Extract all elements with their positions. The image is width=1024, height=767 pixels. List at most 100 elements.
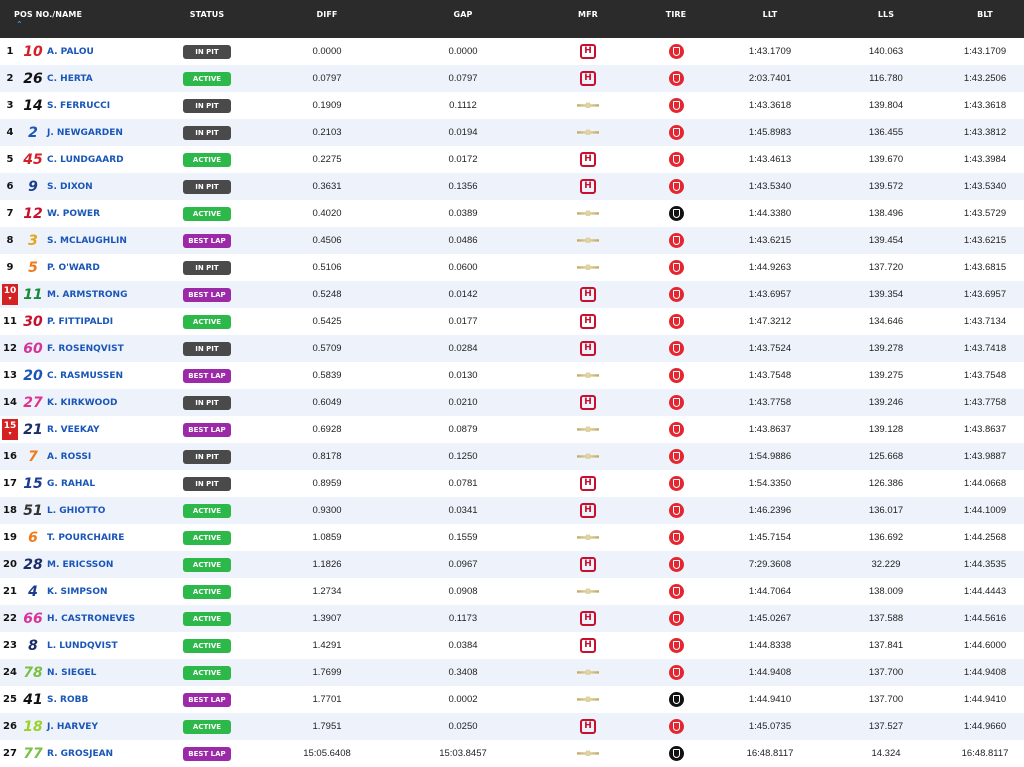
driver-name-link[interactable]: A. ROSSI [47, 452, 91, 462]
table-row[interactable]: 13 20 C. RASMUSSEN BEST LAP 0.5839 0.0130 1:43… [0, 362, 1024, 389]
cell-tire [638, 524, 714, 551]
cell-lls: 137.588 [826, 605, 946, 632]
column-header-gap[interactable]: GAP [388, 0, 538, 38]
table-row[interactable]: 11 30 P. FITTIPALDI ACTIVE 0.5425 0.0177 1:47.… [0, 308, 1024, 335]
driver-name-link[interactable]: S. FERRUCCI [47, 101, 110, 111]
cell-diff: 0.4020 [312, 208, 342, 219]
cell-llt: 2:03.7401 [714, 65, 826, 92]
table-row[interactable]: 10▾ 11 M. ARMSTRONG BEST LAP 0.52480.0142 1:4… [0, 281, 1024, 308]
table-row[interactable]: 1 10 A. PALOU IN PIT 0.0000 0.0000 1:43.1709 14… [0, 38, 1024, 65]
driver-name-link[interactable]: S. MCLAUGHLIN [47, 236, 127, 246]
table-row[interactable]: 5 45 C. LUNDGAARD ACTIVE 0.2275 0.0172 1:43.46… [0, 146, 1024, 173]
cell-blt: 1:43.6957 [946, 281, 1024, 308]
status-badge: ACTIVE [183, 557, 231, 572]
driver-name-link[interactable]: S. ROBB [47, 695, 88, 705]
cell-status: BEST LAP [148, 416, 266, 443]
table-row[interactable]: 7 12 W. POWER ACTIVE 0.4020 0.0389 1:44.3380 13… [0, 200, 1024, 227]
table-row[interactable]: 12 60 F. ROSENQVIST IN PIT 0.57090.0284 1:43.… [0, 335, 1024, 362]
cell-gap: 0.0967 [388, 551, 538, 578]
table-row[interactable]: 16 7 A. ROSSI IN PIT 0.8178 0.1250 1:54.9886 12… [0, 443, 1024, 470]
driver-name-link[interactable]: S. DIXON [47, 182, 93, 192]
column-header-diff[interactable]: DIFF [266, 0, 388, 38]
table-row[interactable]: 8 3 S. MCLAUGHLIN BEST LAP 0.4506 0.0486 1:43.… [0, 227, 1024, 254]
driver-name-link[interactable]: R. GROSJEAN [47, 749, 113, 759]
driver-name-link[interactable]: L. GHIOTTO [47, 506, 105, 516]
table-row[interactable]: 4 2 J. NEWGARDEN IN PIT 0.2103 0.0194 1:45.898… [0, 119, 1024, 146]
cell-llt: 1:45.7154 [748, 532, 792, 543]
honda-logo-icon [580, 179, 596, 194]
status-badge: ACTIVE [183, 314, 231, 329]
driver-name-link[interactable]: H. CASTRONEVES [47, 614, 135, 624]
cell-llt: 1:43.3618 [748, 100, 792, 111]
table-row[interactable]: 2 26 C. HERTA ACTIVE 0.07970.0797 2:03.740111… [0, 65, 1024, 92]
driver-name-link[interactable]: F. ROSENQVIST [47, 344, 124, 354]
column-header-status[interactable]: STATUS [148, 0, 266, 38]
table-row[interactable]: 17 15 G. RAHAL IN PIT 0.8959 0.0781 1:54.3350 1… [0, 470, 1024, 497]
driver-name-link[interactable]: C. RASMUSSEN [47, 371, 123, 381]
driver-name-link[interactable]: N. SIEGEL [47, 668, 96, 678]
cell-pos-name: 24 78 N. SIEGEL [0, 659, 148, 686]
driver-name-link[interactable]: K. KIRKWOOD [47, 398, 117, 408]
car-number: 10 [23, 43, 43, 60]
cell-diff: 0.9300 [266, 497, 388, 524]
driver-name-link[interactable]: M. ARMSTRONG [47, 290, 127, 300]
driver-name-link[interactable]: P. FITTIPALDI [47, 317, 113, 327]
driver-name-link[interactable]: P. O'WARD [47, 263, 100, 273]
cell-lls: 139.275 [868, 370, 904, 381]
table-row[interactable]: 18 51 L. GHIOTTO ACTIVE 0.93000.0341 1:46.239… [0, 497, 1024, 524]
sort-caret-up-icon[interactable]: ⌃ [14, 21, 148, 29]
cell-blt: 1:44.0668 [963, 478, 1007, 489]
table-row[interactable]: 27 77 R. GROSJEAN BEST LAP 15:05.6408 15:03.8… [0, 740, 1024, 767]
driver-name-link[interactable]: C. HERTA [47, 74, 93, 84]
driver-name-link[interactable]: J. NEWGARDEN [47, 128, 123, 138]
tire-compound-icon [668, 44, 684, 59]
cell-gap: 15:03.8457 [439, 748, 487, 759]
cell-llt: 1:44.3380 [748, 208, 792, 219]
cell-gap: 0.3408 [388, 659, 538, 686]
cell-mfr [538, 605, 638, 632]
cell-status: ACTIVE [148, 65, 266, 92]
table-row[interactable]: 19 6 T. POURCHAIRE ACTIVE 1.0859 0.1559 1:45.7… [0, 524, 1024, 551]
driver-name-link[interactable]: M. ERICSSON [47, 560, 113, 570]
table-row[interactable]: 26 18 J. HARVEY ACTIVE 1.79510.0250 1:45.0735… [0, 713, 1024, 740]
table-row[interactable]: 20 28 M. ERICSSON ACTIVE 1.18260.0967 7:29.36… [0, 551, 1024, 578]
cell-mfr [538, 65, 638, 92]
column-header-tire[interactable]: TIRE [638, 0, 714, 38]
cell-pos-name: 3 14 S. FERRUCCI [0, 92, 148, 119]
driver-name-link[interactable]: K. SIMPSON [47, 587, 108, 597]
car-number: 2 [28, 124, 38, 141]
table-row[interactable]: 15 ▾ 21 R. VEEKAY BEST LAP 0.6928 0.0879 1:43.8… [0, 416, 1024, 443]
driver-name-link[interactable]: G. RAHAL [47, 479, 95, 489]
driver-name-link[interactable]: L. LUNDQVIST [47, 641, 118, 651]
table-row[interactable]: 6 9 S. DIXON IN PIT 0.36310.1356 1:43.5340139… [0, 173, 1024, 200]
cell-tire [638, 173, 714, 200]
table-row[interactable]: 9 5 P. O'WARD IN PIT 0.5106 0.0600 1:44.9263 13… [0, 254, 1024, 281]
column-header-blt[interactable]: BLT [946, 0, 1024, 38]
table-row[interactable]: 3 14 S. FERRUCCI IN PIT 0.1909 0.1112 1:43.361… [0, 92, 1024, 119]
cell-mfr [538, 119, 638, 146]
table-row[interactable]: 25 41 S. ROBB BEST LAP 1.7701 0.0002 1:44.9410… [0, 686, 1024, 713]
column-header-llt[interactable]: LLT [714, 0, 826, 38]
position: 17 [3, 478, 17, 489]
driver-name-link[interactable]: T. POURCHAIRE [47, 533, 124, 543]
table-row[interactable]: 24 78 N. SIEGEL ACTIVE 1.7699 0.3408 1:44.9408… [0, 659, 1024, 686]
driver-name-link[interactable]: R. VEEKAY [47, 425, 100, 435]
driver-name-link[interactable]: C. LUNDGAARD [47, 155, 124, 165]
tire-compound-icon [668, 476, 684, 491]
cell-diff: 0.8959 [312, 478, 342, 489]
column-header-pos-name[interactable]: POS NO./NAME ⌃ [0, 0, 148, 38]
table-row[interactable]: 21 4 K. SIMPSON ACTIVE 1.2734 0.0908 1:44.7064… [0, 578, 1024, 605]
cell-blt: 1:44.1009 [946, 497, 1024, 524]
table-row[interactable]: 23 8 L. LUNDQVIST ACTIVE 1.4291 0.0384 1:44.83… [0, 632, 1024, 659]
cell-mfr [538, 254, 638, 281]
table-row[interactable]: 14 27 K. KIRKWOOD IN PIT 0.60490.0210 1:43.77… [0, 389, 1024, 416]
driver-name-link[interactable]: W. POWER [47, 209, 100, 219]
column-header-mfr[interactable]: MFR [538, 0, 638, 38]
driver-name-link[interactable]: J. HARVEY [47, 722, 98, 732]
cell-lls: 136.455 [826, 119, 946, 146]
cell-gap: 0.0797 [388, 65, 538, 92]
car-number: 18 [23, 718, 43, 735]
column-header-lls[interactable]: LLS [826, 0, 946, 38]
driver-name-link[interactable]: A. PALOU [47, 47, 94, 57]
table-row[interactable]: 22 66 H. CASTRONEVES ACTIVE 1.39070.1173 1:45… [0, 605, 1024, 632]
